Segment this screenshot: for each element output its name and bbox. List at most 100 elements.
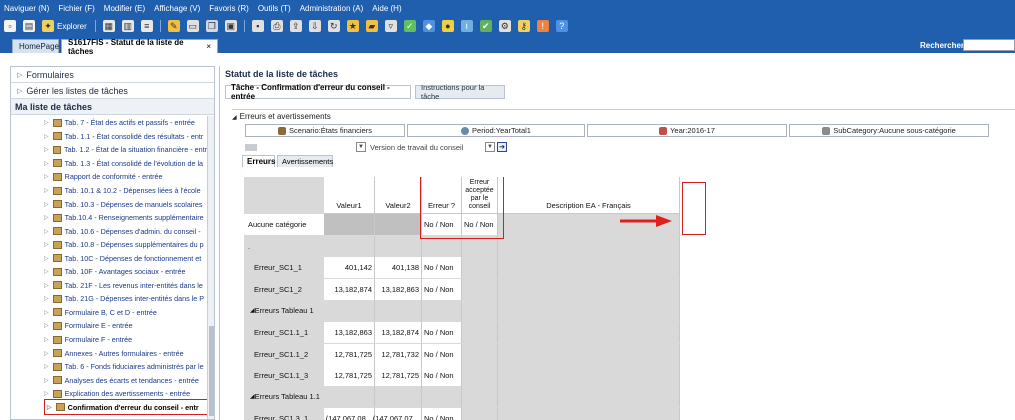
grid-cell[interactable]	[462, 300, 498, 321]
menu-fichier[interactable]: Fichier (F)	[58, 4, 94, 13]
grid-cell[interactable]	[422, 300, 462, 321]
task-list-item[interactable]: ▷ Tab. 10.1 & 10.2 - Dépenses liées à l'é…	[11, 184, 207, 198]
menu-administration[interactable]: Administration (A)	[300, 4, 364, 13]
expand-triangle-icon[interactable]: ▷	[44, 295, 49, 302]
task-list-item[interactable]: ▷ Analyses des écarts et tendances - entr…	[11, 373, 207, 387]
save-icon[interactable]: ▪	[251, 20, 264, 32]
grid-cell[interactable]: 13,182,874	[324, 279, 375, 300]
description-cell[interactable]	[498, 322, 680, 343]
menu-favoris[interactable]: Favoris (R)	[209, 4, 249, 13]
task-list-item[interactable]: ▷ Tab. 6 - Fonds fiduciaires administrés …	[11, 360, 207, 374]
grid-cell[interactable]: (147,067,08...	[324, 408, 375, 420]
header-valeur1[interactable]: Valeur1	[324, 177, 375, 214]
grid-cell[interactable]: 13,182,863	[375, 279, 422, 300]
grid-cell[interactable]	[422, 386, 462, 407]
expand-triangle-icon[interactable]: ▷	[44, 350, 49, 357]
grid-cell[interactable]: No / Non	[422, 408, 462, 420]
expand-triangle-icon[interactable]: ▷	[44, 228, 49, 235]
filter-icon[interactable]: ▿	[384, 20, 397, 32]
task-list-item[interactable]: ▷ Formulaire B, C et D - entrée	[11, 306, 207, 320]
explorer-label[interactable]: Explorer	[57, 22, 87, 31]
description-cell[interactable]	[498, 408, 680, 420]
task-list-item[interactable]: ▷ Tab. 21G - Dépenses inter-entités dans …	[11, 292, 207, 306]
grid-cell[interactable]	[375, 300, 422, 321]
menu-aide[interactable]: Aide (H)	[372, 4, 401, 13]
task-list-item[interactable]: ▷ Rapport de conformité - entrée	[11, 170, 207, 184]
description-cell[interactable]	[498, 279, 680, 300]
row-header[interactable]: Erreur_SC1_2	[244, 279, 324, 300]
explorer-icon[interactable]: ✦	[42, 20, 54, 32]
grid-cell[interactable]	[375, 236, 422, 257]
grid-cell[interactable]	[462, 386, 498, 407]
menu-naviguer[interactable]: Naviguer (N)	[4, 4, 49, 13]
menu-affichage[interactable]: Affichage (V)	[154, 4, 200, 13]
key-icon[interactable]: ⚷	[517, 20, 530, 32]
expand-triangle-icon[interactable]: ▷	[44, 282, 49, 289]
grid-cell[interactable]: (147,067,07...	[373, 408, 422, 420]
row-header[interactable]: Erreur_SC1.3_1	[244, 408, 324, 420]
grid-cell[interactable]: 12,781,725	[375, 365, 422, 386]
settings-icon[interactable]: ⚙	[498, 20, 511, 32]
expand-triangle-icon[interactable]: ▷	[44, 322, 49, 329]
table-icon[interactable]: ▥	[121, 20, 134, 32]
grid-cell[interactable]	[422, 236, 462, 257]
document-icon[interactable]: ▤	[23, 20, 35, 32]
grid-cell[interactable]: 12,781,725	[324, 344, 375, 365]
lightbulb-icon[interactable]: ●	[441, 20, 454, 32]
task-list-item[interactable]: ▷ Tab. 10F - Avantages sociaux - entrée	[11, 265, 207, 279]
help-icon[interactable]: ?	[555, 20, 568, 32]
expand-triangle-icon[interactable]: ▷	[44, 390, 49, 397]
task-list-item[interactable]: ▷ Tab. 21F - Les revenus inter-entités da…	[11, 279, 207, 293]
grid-cell[interactable]	[375, 214, 422, 235]
grid-cell[interactable]: 13,182,863	[324, 322, 375, 343]
accordion-formulaires[interactable]: ▷ Formulaires	[11, 67, 214, 83]
grid-cell[interactable]	[324, 236, 375, 257]
task-list-item[interactable]: ▷ Tab. 7 - État des actifs et passifs - e…	[11, 116, 207, 130]
expand-triangle-icon[interactable]: ▷	[44, 336, 49, 343]
header-description[interactable]: Description EA - Français	[498, 177, 680, 214]
row-header[interactable]: Erreur_SC1_1	[244, 257, 324, 278]
export-icon[interactable]: ⇪	[289, 20, 302, 32]
tab-avertissements[interactable]: Avertissements	[277, 155, 333, 167]
tab-task-confirmation[interactable]: Tâche - Confirmation d'erreur du conseil…	[225, 83, 411, 101]
description-cell[interactable]	[498, 257, 680, 278]
pov-year[interactable]: Year:2016-17	[587, 124, 787, 137]
grid-cell[interactable]: No / Non	[422, 279, 462, 300]
expand-triangle-icon[interactable]: ▷	[44, 268, 49, 275]
grid-cell[interactable]: No / Non	[422, 365, 462, 386]
expand-triangle-icon[interactable]: ▷	[44, 201, 49, 208]
close-tab-icon[interactable]: ×	[206, 42, 211, 51]
row-header[interactable]: Aucune catégorie	[244, 214, 324, 235]
task-list-item[interactable]: ▷ Tab. 1.2 - État de la situation financi…	[11, 143, 207, 157]
menu-outils[interactable]: Outils (T)	[258, 4, 291, 13]
grid-cell[interactable]	[324, 214, 375, 235]
row-header[interactable]: Erreur_SC1.1_2	[244, 344, 324, 365]
new-document-icon[interactable]: ▫	[4, 20, 16, 32]
pov-period[interactable]: Period:YearTotal1	[407, 124, 585, 137]
expand-triangle-icon[interactable]: ▷	[44, 187, 49, 194]
expand-triangle-icon[interactable]: ▷	[47, 404, 52, 411]
grid-cell[interactable]	[462, 344, 498, 365]
list-icon[interactable]: ≡	[140, 20, 153, 32]
version-dropdown[interactable]: ▼	[356, 141, 366, 153]
row-header[interactable]: Erreur_SC1.1_1	[244, 322, 324, 343]
accordion-gerer-listes[interactable]: ▷ Gérer les listes de tâches	[11, 83, 214, 99]
task-list-item[interactable]: ▷ Tab. 1.3 - État consolidé de l'évolutio…	[11, 157, 207, 171]
grid-cell[interactable]: 401,142	[324, 257, 375, 278]
chevron-down-icon[interactable]: ▼	[356, 142, 366, 152]
grid-cell[interactable]: No / Non	[422, 344, 462, 365]
tab-task-list-status[interactable]: S1617FIS - Statut de la liste de tâches …	[61, 38, 218, 56]
grid-cell[interactable]	[462, 279, 498, 300]
grid-cell[interactable]: No / Non	[422, 322, 462, 343]
expand-triangle-icon[interactable]: ▷	[44, 119, 49, 126]
import-icon[interactable]: ⇩	[308, 20, 321, 32]
tab-homepage[interactable]: HomePage	[12, 39, 59, 53]
page-icon[interactable]: ▭	[186, 20, 199, 32]
grid-cell[interactable]	[462, 365, 498, 386]
grid-cell[interactable]: 12,781,732	[375, 344, 422, 365]
shield-icon[interactable]: ◆	[422, 20, 435, 32]
version-chevron-down-icon[interactable]: ▼	[485, 142, 495, 152]
alert-icon[interactable]: !	[536, 20, 549, 32]
task-list-item[interactable]: ▷ Tab.10.4 - Renseignements supplémentair…	[11, 211, 207, 225]
task-list-item[interactable]: ▷ Formulaire F - entrée	[11, 333, 207, 347]
